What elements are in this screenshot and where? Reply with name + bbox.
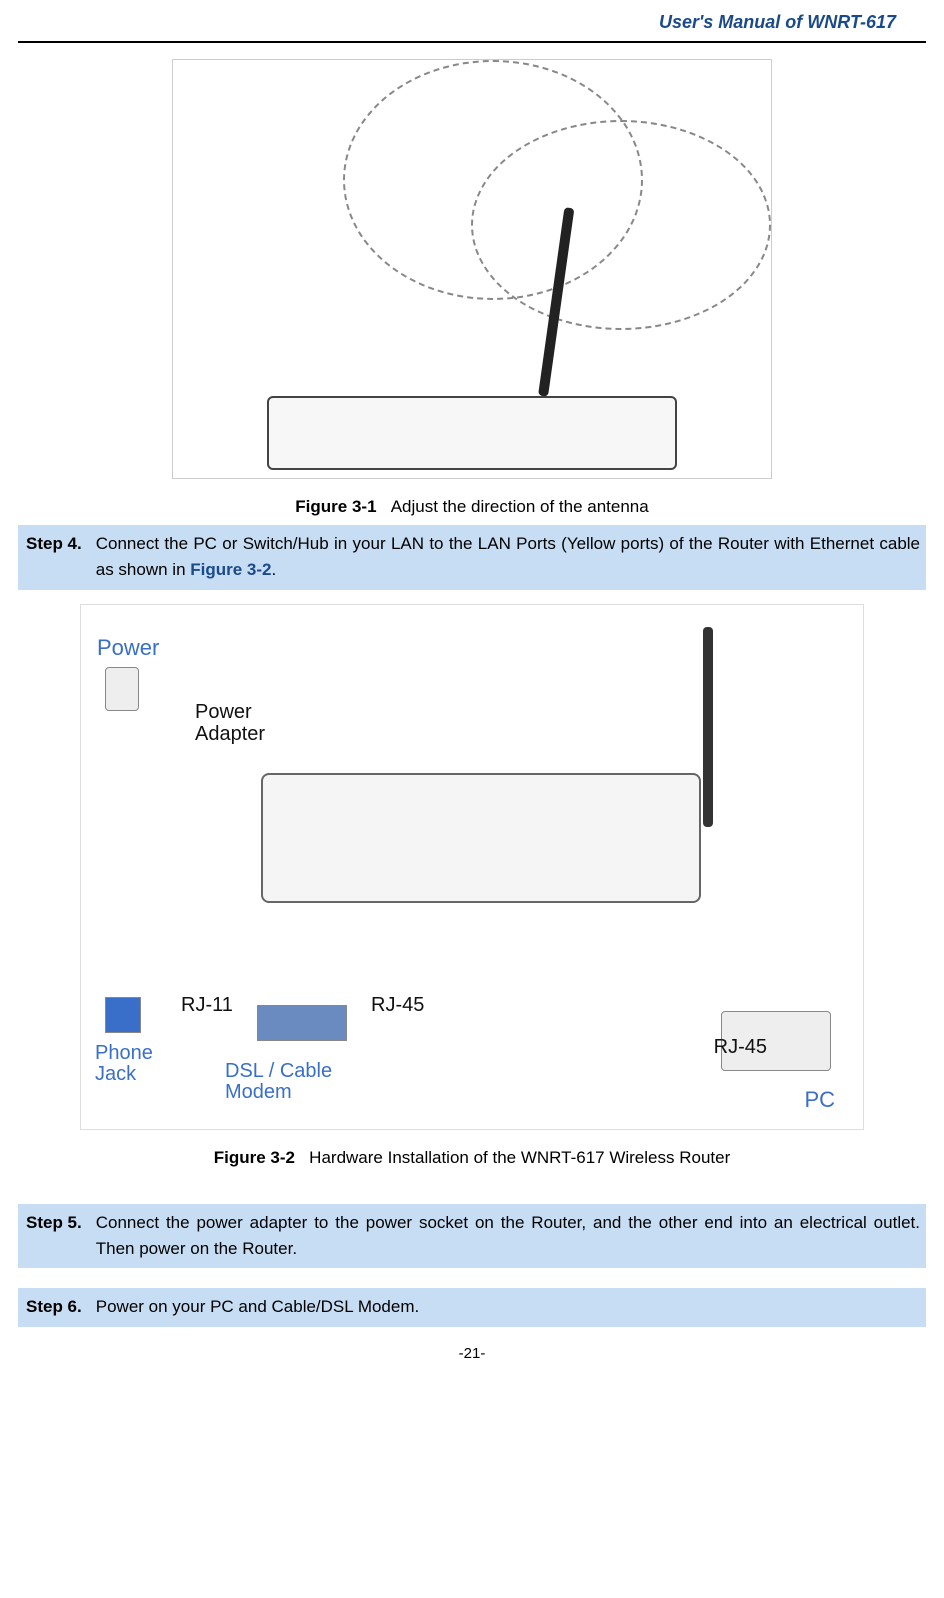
diagram-label-power: Power <box>97 635 159 661</box>
step-6-label: Step 6. <box>24 1294 96 1320</box>
motion-ellipse-icon <box>471 120 771 330</box>
step-4-label: Step 4. <box>24 531 96 557</box>
diagram-label-line: Modem <box>225 1081 292 1103</box>
figure-3-1-label: Figure 3-1 <box>295 497 376 516</box>
power-outlet-icon <box>105 667 139 711</box>
router-icon <box>261 773 701 903</box>
diagram-label-line: Phone <box>95 1042 153 1064</box>
page-number: -21- <box>18 1345 926 1372</box>
diagram-label-modem: DSL / Cable Modem <box>225 1061 332 1103</box>
diagram-label-line: Power <box>195 701 252 723</box>
figure-3-2-link[interactable]: Figure 3-2 <box>190 560 271 579</box>
figure-3-2-caption: Figure 3-2 Hardware Installation of the … <box>18 1148 926 1168</box>
step-6: Step 6. Power on your PC and Cable/DSL M… <box>18 1288 926 1326</box>
figure-3-1-text: Adjust the direction of the antenna <box>391 497 649 516</box>
figure-3-2-text: Hardware Installation of the WNRT-617 Wi… <box>309 1148 730 1167</box>
diagram-label-line: Adapter <box>195 723 265 745</box>
antenna-icon <box>703 627 713 827</box>
step-4: Step 4. Connect the PC or Switch/Hub in … <box>18 525 926 590</box>
figure-3-2-label: Figure 3-2 <box>214 1148 295 1167</box>
header-divider <box>18 41 926 43</box>
diagram-label-phone-jack: Phone Jack <box>95 1043 153 1085</box>
diagram-label-line: Jack <box>95 1063 136 1085</box>
diagram-label-rj45-wan: RJ-45 <box>371 994 424 1017</box>
diagram-label-power-adapter: Power Adapter <box>195 701 265 745</box>
diagram-label-rj11: RJ-11 <box>181 994 233 1017</box>
step-5-label: Step 5. <box>24 1210 96 1236</box>
diagram-label-line: DSL / Cable <box>225 1060 332 1082</box>
step-4-text-post: . <box>272 560 277 579</box>
figure-3-1-image <box>172 59 772 479</box>
figure-3-2-image: Power Power Adapter RJ-11 RJ-45 RJ-45 Ph… <box>80 604 864 1130</box>
figure-3-1-caption: Figure 3-1 Adjust the direction of the a… <box>18 497 926 517</box>
diagram-label-pc: PC <box>804 1087 835 1113</box>
step-5-text: Connect the power adapter to the power s… <box>96 1210 920 1263</box>
router-icon <box>267 396 677 470</box>
step-4-text: Connect the PC or Switch/Hub in your LAN… <box>96 531 920 584</box>
step-5: Step 5. Connect the power adapter to the… <box>18 1204 926 1269</box>
modem-icon <box>257 1005 347 1041</box>
step-6-text: Power on your PC and Cable/DSL Modem. <box>96 1294 920 1320</box>
diagram-label-rj45-lan: RJ-45 <box>714 1036 767 1059</box>
page-header-title: User's Manual of WNRT-617 <box>18 8 926 33</box>
phone-jack-icon <box>105 997 141 1033</box>
